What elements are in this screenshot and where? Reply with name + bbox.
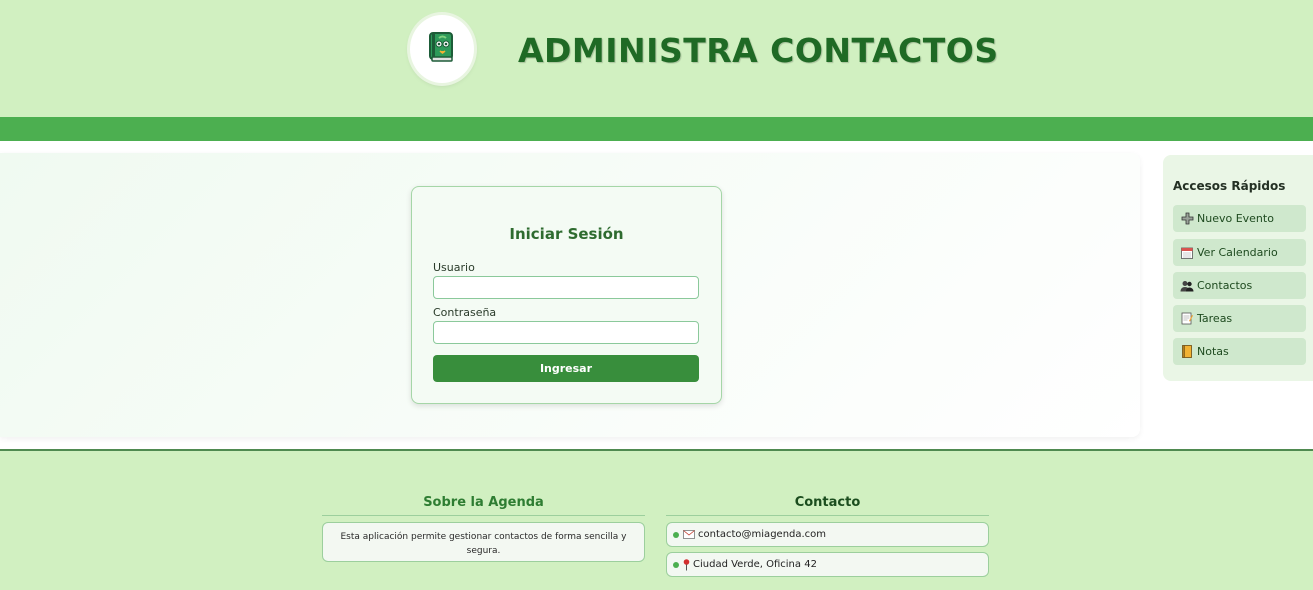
about-heading: Sobre la Agenda	[423, 495, 544, 510]
sidebar-title: Accesos Rápidos	[1173, 179, 1286, 193]
sidebar-item-ver-calendario[interactable]: Ver Calendario	[1173, 239, 1306, 266]
notebook-icon	[1180, 345, 1194, 359]
contact-divider	[666, 515, 989, 516]
sidebar-item-nuevo-evento[interactable]: Nuevo Evento	[1173, 205, 1306, 232]
password-label: Contraseña	[433, 306, 497, 319]
app-title: ADMINISTRA CONTACTOS	[518, 31, 999, 70]
quick-access-sidebar: Accesos Rápidos Nuevo Evento Ver Calenda…	[1163, 155, 1313, 381]
contact-email-item: contacto@miagenda.com	[666, 522, 989, 547]
contact-address-item: Ciudad Verde, Oficina 42	[666, 552, 989, 577]
login-button[interactable]: Ingresar	[433, 355, 699, 382]
username-input[interactable]	[433, 276, 699, 299]
password-input[interactable]	[433, 321, 699, 344]
agenda-book-icon	[429, 32, 453, 62]
footer	[0, 449, 1313, 590]
sidebar-item-notas[interactable]: Notas	[1173, 338, 1306, 365]
people-icon	[1180, 279, 1194, 293]
sidebar-item-tareas[interactable]: Tareas	[1173, 305, 1306, 332]
sidebar-item-contactos[interactable]: Contactos	[1173, 272, 1306, 299]
login-form: Iniciar Sesión Usuario Contraseña Ingres…	[411, 186, 722, 404]
pushpin-icon	[683, 558, 690, 571]
bullet-dot	[673, 561, 679, 568]
sidebar-item-label: Nuevo Evento	[1197, 212, 1274, 225]
sidebar-item-label: Ver Calendario	[1197, 246, 1278, 259]
username-label: Usuario	[433, 261, 475, 274]
envelope-icon	[683, 530, 695, 539]
header: ADMINISTRA CONTACTOS	[0, 0, 1313, 117]
sidebar-item-label: Contactos	[1197, 279, 1253, 292]
login-title: Iniciar Sesión	[509, 225, 624, 243]
calendar-icon	[1180, 246, 1194, 260]
about-divider	[322, 515, 645, 516]
contact-email[interactable]: contacto@miagenda.com	[698, 529, 826, 540]
plus-icon	[1180, 212, 1194, 226]
logo	[410, 15, 474, 83]
about-text: Esta aplicación permite gestionar contac…	[322, 522, 645, 562]
sidebar-item-label: Tareas	[1197, 312, 1233, 325]
memo-icon	[1180, 312, 1194, 326]
bullet-dot	[673, 531, 679, 538]
contact-address: Ciudad Verde, Oficina 42	[693, 559, 817, 570]
sidebar-item-label: Notas	[1197, 345, 1229, 358]
contact-heading: Contacto	[794, 495, 861, 510]
accent-bar	[0, 117, 1313, 141]
